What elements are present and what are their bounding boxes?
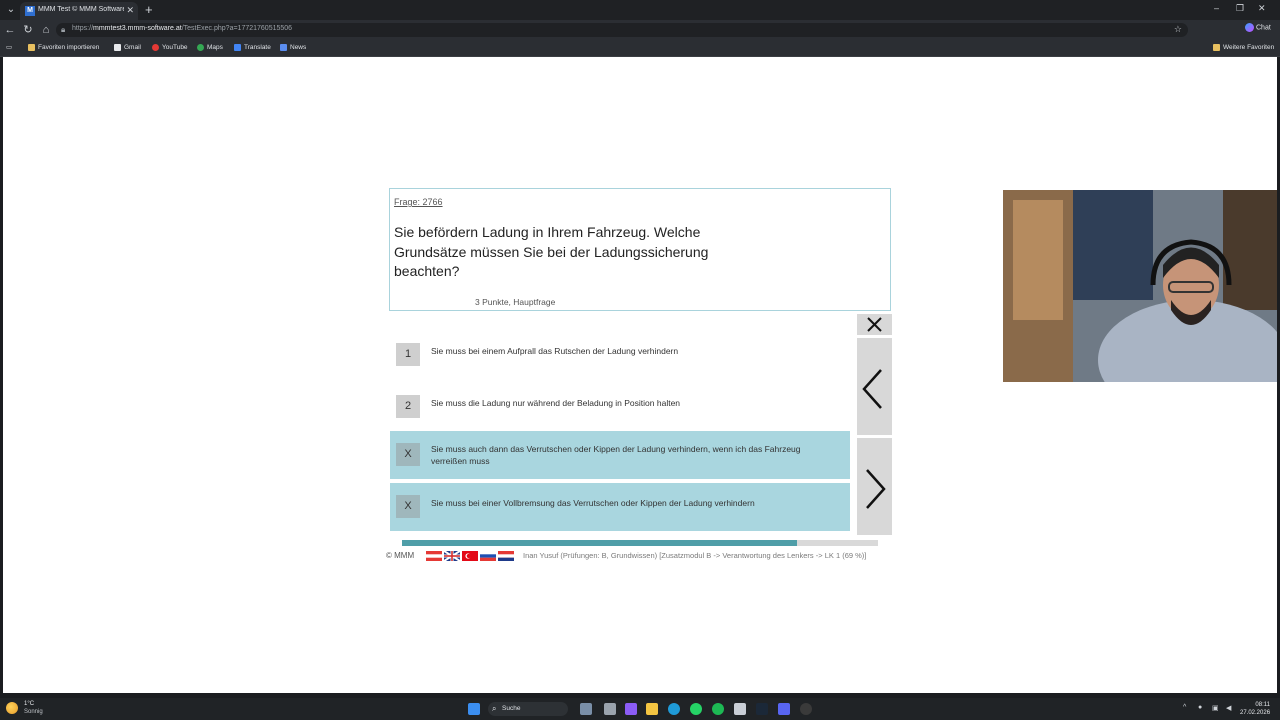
- youtube-icon: [152, 43, 159, 51]
- flag-uk-icon[interactable]: [444, 551, 460, 561]
- answer-key[interactable]: X: [396, 443, 420, 466]
- back-icon[interactable]: ←: [3, 23, 17, 37]
- copyright: © MMM: [386, 551, 415, 560]
- question-text: Sie befördern Ladung in Ihrem Fahrzeug. …: [394, 224, 709, 279]
- clock-date: 27.02.2026: [1240, 710, 1271, 716]
- flag-austria-icon[interactable]: [426, 551, 442, 561]
- close-icon: [867, 317, 882, 332]
- minimize-icon[interactable]: –: [1214, 3, 1219, 13]
- close-question-button[interactable]: [857, 314, 892, 335]
- answer-option[interactable]: 2 Sie muss die Ladung nur während der Be…: [390, 383, 850, 431]
- discord-icon[interactable]: [778, 703, 790, 715]
- copilot-icon: [1245, 23, 1254, 32]
- bookmarks-toggle-icon[interactable]: ▭: [6, 43, 12, 53]
- tab-close-icon[interactable]: ✕: [126, 5, 134, 16]
- answer-option[interactable]: X Sie muss auch dann das Verrutschen ode…: [390, 431, 850, 479]
- gmail-icon: [114, 43, 121, 51]
- answer-text: Sie muss auch dann das Verrutschen oder …: [431, 444, 801, 466]
- bookmark-youtube[interactable]: YouTube: [152, 43, 188, 53]
- previous-question-button[interactable]: [857, 338, 892, 435]
- new-tab-icon[interactable]: +: [145, 2, 153, 18]
- file-explorer-icon[interactable]: [646, 703, 658, 715]
- bookmark-translate[interactable]: Translate: [234, 43, 271, 53]
- browser-tab-bar: ⌄ M MMM Test © MMM Software 2026 ✕ + – ❐…: [0, 0, 1280, 20]
- whatsapp-icon[interactable]: [690, 703, 702, 715]
- webcam-person-image: [1003, 190, 1277, 382]
- question-number[interactable]: Frage: 2766: [394, 197, 443, 207]
- task-view-icon[interactable]: [580, 703, 592, 715]
- clock-time: 08:11: [1255, 702, 1270, 708]
- notepad-icon[interactable]: [734, 703, 746, 715]
- chevron-left-icon: [862, 369, 882, 409]
- explorer-window-icon[interactable]: [604, 703, 616, 715]
- browser-tab[interactable]: M MMM Test © MMM Software 2026 ✕: [20, 2, 138, 20]
- taskbar-clock[interactable]: 08:11 27.02.2026: [1240, 701, 1270, 717]
- spotify-icon[interactable]: [712, 703, 724, 715]
- next-question-button[interactable]: [857, 438, 892, 535]
- question-card: Frage: 2766 Sie befördern Ladung in Ihre…: [389, 188, 891, 311]
- window-close-icon[interactable]: ✕: [1258, 3, 1266, 14]
- obs-icon[interactable]: [800, 703, 812, 715]
- edge-icon[interactable]: [668, 703, 680, 715]
- bookmark-maps[interactable]: Maps: [197, 43, 223, 53]
- tray-overflow-icon[interactable]: ^: [1183, 704, 1186, 711]
- answer-option[interactable]: X Sie muss bei einer Vollbremsung das Ve…: [390, 483, 850, 531]
- progress-bar: [402, 540, 878, 546]
- browser-toolbar: ← ↻ ⌂ 🔒︎ https://mmmtest3.mmm-software.a…: [0, 20, 1280, 53]
- flag-slovenia-icon[interactable]: [480, 551, 496, 561]
- search-icon: ⌕: [492, 704, 497, 713]
- taskbar-search[interactable]: ⌕ Suche: [488, 702, 568, 716]
- exam-page: Frage: 2766 Sie befördern Ladung in Ihre…: [3, 57, 1277, 693]
- home-icon[interactable]: ⌂: [39, 23, 53, 37]
- answer-text: Sie muss bei einem Aufprall das Rutschen…: [431, 346, 679, 356]
- favorite-star-icon[interactable]: ☆: [1174, 24, 1182, 35]
- steam-icon[interactable]: [756, 703, 768, 715]
- lock-icon: 🔒︎: [61, 25, 66, 34]
- bookmark-import[interactable]: Favoriten importieren: [28, 43, 99, 53]
- answer-text: Sie muss bei einer Vollbremsung das Verr…: [431, 498, 755, 508]
- bookmark-gmail[interactable]: Gmail: [114, 43, 141, 53]
- progress-fill: [402, 540, 798, 546]
- sun-icon: [6, 702, 18, 714]
- window-controls: – ❐ ✕: [1214, 3, 1274, 17]
- address-bar[interactable]: 🔒︎ https://mmmtest3.mmm-software.at/Test…: [56, 23, 1188, 37]
- question-points: 3 Punkte, Hauptfrage: [475, 297, 556, 307]
- copilot-app-icon[interactable]: [625, 703, 637, 715]
- other-favorites[interactable]: Weitere Favoriten: [1213, 43, 1274, 53]
- microphone-icon[interactable]: ●: [1198, 704, 1202, 711]
- bookmark-news[interactable]: News: [280, 43, 306, 53]
- folder-icon: [1213, 43, 1220, 51]
- copilot-chat-button[interactable]: Chat: [1245, 23, 1271, 32]
- answer-text: Sie muss die Ladung nur während der Bela…: [431, 398, 681, 408]
- tab-title: MMM Test © MMM Software 2026: [38, 6, 124, 13]
- tab-actions-icon[interactable]: ⌄: [4, 3, 18, 17]
- weather-widget[interactable]: 1°C Sonnig: [6, 700, 56, 718]
- start-icon[interactable]: [468, 703, 480, 715]
- answer-key[interactable]: 2: [396, 395, 420, 418]
- network-icon[interactable]: ▣: [1212, 704, 1219, 712]
- restore-icon[interactable]: ❐: [1236, 3, 1244, 14]
- flag-turkey-icon[interactable]: [462, 551, 478, 561]
- folder-icon: [28, 43, 35, 51]
- answer-key[interactable]: 1: [396, 343, 420, 366]
- windows-taskbar: 1°C Sonnig ⌕ Suche ^ ● ▣ ◀ 08:11 27.02.20…: [0, 698, 1280, 720]
- candidate-info: Inan Yusuf (Prüfungen: B, Grundwissen) […: [523, 551, 867, 560]
- url-text: https://mmmtest3.mmm-software.at/TestExe…: [72, 25, 293, 32]
- answer-option[interactable]: 1 Sie muss bei einem Aufprall das Rutsch…: [390, 331, 850, 379]
- weather-temperature: 1°C: [24, 701, 35, 707]
- news-icon: [280, 43, 287, 51]
- bookmarks-bar: ▭ Favoriten importieren Gmail YouTube Ma…: [0, 40, 1280, 57]
- maps-icon: [197, 43, 204, 51]
- reload-icon[interactable]: ↻: [21, 23, 35, 37]
- webcam-overlay: [1003, 190, 1277, 382]
- translate-icon: [234, 43, 241, 51]
- chevron-right-icon: [866, 469, 886, 509]
- answer-key[interactable]: X: [396, 495, 420, 518]
- weather-description: Sonnig: [24, 709, 43, 715]
- volume-icon[interactable]: ◀: [1226, 704, 1231, 712]
- flag-croatia-icon[interactable]: [498, 551, 514, 561]
- site-favicon-icon: M: [25, 6, 35, 16]
